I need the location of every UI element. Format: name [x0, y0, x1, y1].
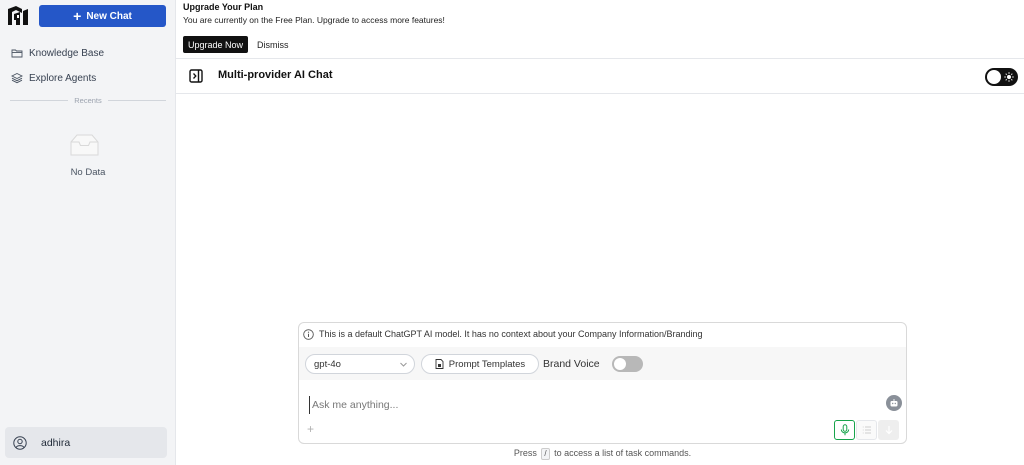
layers-icon: [11, 72, 23, 84]
list-icon: [862, 426, 871, 434]
chat-input[interactable]: [309, 396, 869, 414]
sidebar-toggle-icon[interactable]: [189, 69, 203, 83]
hint-text-before: Press: [513, 448, 537, 458]
model-select-value: gpt-4o: [314, 358, 341, 370]
dismiss-button[interactable]: Dismiss: [257, 36, 289, 53]
new-chat-button[interactable]: + New Chat: [39, 5, 166, 27]
chat-header: Multi-provider AI Chat: [176, 58, 1024, 94]
hint-text-after: to access a list of task commands.: [554, 448, 692, 458]
prompt-templates-label: Prompt Templates: [448, 358, 526, 370]
upgrade-banner-title: Upgrade Your Plan: [183, 2, 264, 12]
upgrade-banner-message: You are currently on the Free Plan. Upgr…: [183, 15, 445, 25]
sun-icon: [1004, 72, 1014, 82]
task-list-button[interactable]: [856, 420, 877, 440]
bot-icon[interactable]: [886, 395, 902, 411]
brand-voice-label: Brand Voice: [543, 358, 600, 370]
user-profile[interactable]: adhira: [5, 427, 167, 458]
user-name: adhira: [41, 436, 71, 449]
plus-icon: +: [73, 7, 82, 24]
info-icon: [303, 328, 314, 340]
sidebar-item-label: Knowledge Base: [29, 47, 105, 59]
toggle-knob: [614, 358, 626, 370]
send-button[interactable]: [878, 420, 899, 440]
app-logo[interactable]: [6, 5, 30, 27]
toggle-knob: [987, 70, 1001, 84]
composer-toolbar: gpt-4o Prompt Templates Brand Voice: [299, 347, 906, 380]
recents-divider: Recents: [10, 94, 167, 106]
chat-composer: This is a default ChatGPT AI model. It h…: [298, 322, 907, 444]
commands-hint: Press / to access a list of task command…: [298, 448, 907, 460]
sidebar-item-label: Explore Agents: [29, 72, 97, 84]
model-info-notice: This is a default ChatGPT AI model. It h…: [303, 327, 703, 341]
attach-icon[interactable]: +: [307, 422, 314, 436]
chevron-down-icon: [400, 362, 407, 367]
page-title: Multi-provider AI Chat: [218, 69, 333, 81]
prompt-templates-button[interactable]: Prompt Templates: [421, 354, 539, 374]
microphone-icon: [840, 424, 849, 436]
document-icon: [435, 359, 444, 369]
brand-voice-toggle[interactable]: [612, 356, 643, 372]
upgrade-now-button[interactable]: Upgrade Now: [183, 36, 249, 53]
sidebar: + New Chat Knowledge Base Explore Agents…: [0, 0, 176, 465]
arrow-down-icon: [885, 426, 892, 435]
sidebar-item-explore-agents[interactable]: Explore Agents: [11, 71, 96, 85]
folder-icon: [11, 49, 23, 58]
model-info-text: This is a default ChatGPT AI model. It h…: [319, 329, 703, 339]
empty-inbox-icon: [70, 134, 99, 156]
empty-state-label: No Data: [70, 167, 106, 178]
recents-label: Recents: [74, 95, 102, 105]
microphone-button[interactable]: [834, 420, 855, 440]
theme-toggle[interactable]: [985, 68, 1018, 86]
model-select[interactable]: gpt-4o: [305, 354, 415, 374]
new-chat-label: New Chat: [86, 10, 132, 22]
slash-key: /: [541, 448, 550, 460]
user-avatar-icon: [13, 435, 27, 450]
sidebar-item-knowledge-base[interactable]: Knowledge Base: [11, 46, 104, 60]
